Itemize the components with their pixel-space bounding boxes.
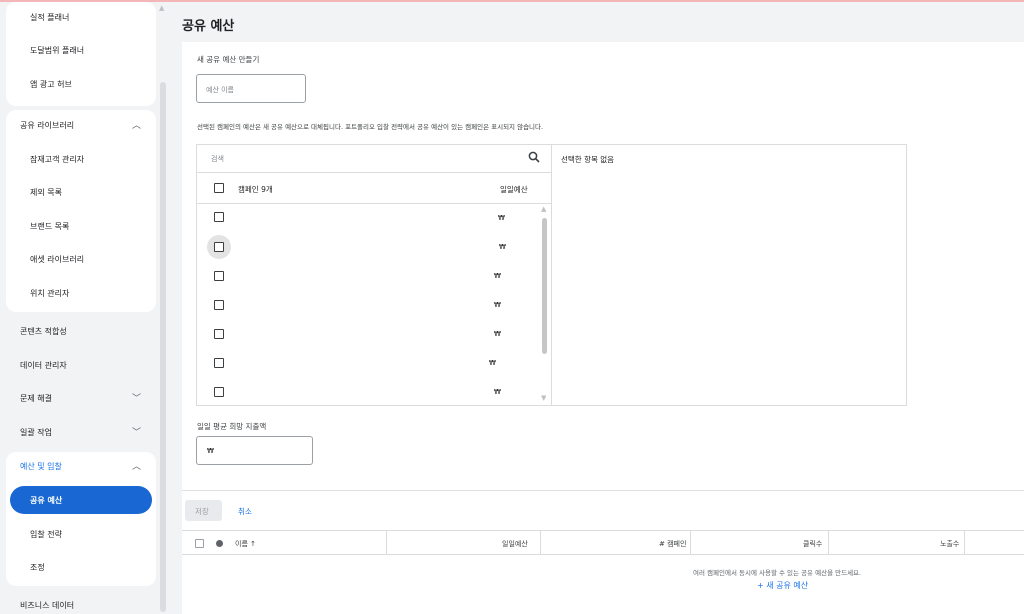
sidebar-item-exclusion-lists[interactable]: 제외 목록 [30,187,62,198]
cancel-button-label: 취소 [238,507,252,516]
campaigns-count-header: 캠페인 9개 [238,185,273,194]
budget-name-placeholder: 예산 이름 [206,86,234,94]
sidebar-item-performance-planner[interactable]: 실적 플래너 [30,12,69,23]
daily-budget-value: ₩ [489,359,496,367]
daily-budget-value: ₩ [494,301,501,309]
daily-budget-value: ₩ [499,243,506,251]
sidebar-item-label: 공유 예산 [30,496,63,505]
column-divider [690,531,691,555]
campaign-checkbox[interactable] [214,329,224,339]
sidebar-item-data-manager[interactable]: 데이터 관리자 [20,360,67,371]
list-item[interactable]: ₩ [197,233,537,262]
column-divider [964,531,965,555]
list-item[interactable]: ₩ [197,291,537,320]
column-header-name[interactable]: 이름 ↑ [235,539,256,549]
avg-daily-spend-value: ₩ [207,447,214,455]
search-icon[interactable] [528,151,540,166]
list-item[interactable]: ₩ [197,204,537,233]
sidebar-item-budgets-bidding[interactable]: 예산 및 입찰 [20,461,62,472]
sidebar-item-audience-manager[interactable]: 잠재고객 관리자 [30,154,84,165]
sidebar-tools-card: 실적 플래너 도달범위 플래너 앱 광고 허브 [6,2,156,106]
budget-replacement-note: 선택된 캠페인의 예산은 새 공유 예산으로 대체됩니다. 포트폴리오 입찰 전… [197,123,544,131]
sidebar-item-location-manager[interactable]: 위치 관리자 [30,288,69,299]
sidebar-budgets-card: 예산 및 입찰 ︿ 입찰 전략 조정 [6,452,156,586]
column-divider [828,531,829,555]
scroll-up-icon[interactable]: ▲ [159,4,164,12]
scrollbar-thumb[interactable] [160,82,166,612]
sidebar-item-business-data[interactable]: 비즈니스 데이터 [20,600,74,611]
campaign-list-header: 캠페인 9개 일일예산 [197,173,552,204]
column-header-campaigns[interactable]: # 캠페인 [659,539,686,549]
budget-name-input[interactable]: 예산 이름 [196,74,306,103]
chevron-down-icon[interactable]: ﹀ [132,425,141,438]
empty-table-message: 여러 캠페인에서 동시에 사용할 수 있는 공유 예산을 만드세요. [693,569,862,577]
status-dot-icon [216,540,223,547]
avg-daily-spend-input[interactable]: ₩ [196,436,313,465]
campaign-checkbox[interactable] [214,358,224,368]
sidebar-shared-library-card: 공유 라이브러리 ︿ 잠재고객 관리자 제외 목록 브랜드 목록 애셋 라이브러… [6,110,156,312]
campaign-list-scrollbar[interactable]: ▲ ▼ [540,205,550,405]
new-shared-budget-link[interactable]: + 새 공유 예산 [757,580,808,591]
cancel-button[interactable]: 취소 [232,500,262,521]
chevron-down-icon[interactable]: ﹀ [132,391,141,404]
scroll-down-icon[interactable]: ▼ [541,394,546,402]
select-all-checkbox[interactable] [214,183,224,193]
table-select-all-checkbox[interactable] [195,539,204,548]
sidebar-item-app-ads-hub[interactable]: 앱 광고 허브 [30,79,72,90]
sidebar-item-reach-planner[interactable]: 도달범위 플래너 [30,45,84,56]
sidebar-item-brand-lists[interactable]: 브랜드 목록 [30,221,69,232]
daily-budget-header: 일일예산 [500,185,528,194]
campaign-list-panel: 검색 캠페인 9개 일일예산 ₩ ₩ ₩ ₩ ₩ ₩ ₩ ▲ ▼ [197,145,552,405]
chevron-up-icon[interactable]: ︿ [132,459,141,472]
search-placeholder: 검색 [211,155,224,163]
sidebar-item-bulk-actions[interactable]: 일괄 작업 [20,427,52,438]
sidebar: 실적 플래너 도달범위 플래너 앱 광고 허브 공유 라이브러리 ︿ 잠재고객 … [0,2,168,614]
list-item[interactable]: ₩ [197,262,537,291]
scrollbar-thumb[interactable] [542,218,547,354]
daily-budget-value: ₩ [494,330,501,338]
campaign-checkbox[interactable] [214,271,224,281]
chevron-up-icon[interactable]: ︿ [132,118,141,131]
new-budget-label: 새 공유 예산 만들기 [197,55,260,64]
scroll-up-icon[interactable]: ▲ [541,205,546,213]
budgets-table-header: 이름 ↑ 일일예산 # 캠페인 클릭수 노출수 [182,530,1024,555]
column-header-clicks[interactable]: 클릭수 [803,539,822,549]
sidebar-item-troubleshooting[interactable]: 문제 해결 [20,393,52,404]
column-header-daily-budget[interactable]: 일일예산 [502,539,528,549]
page-title: 공유 예산 [182,19,235,34]
campaign-checkbox[interactable] [214,300,224,310]
column-divider [540,531,541,555]
save-button-label: 저장 [195,507,209,516]
sidebar-scrollbar[interactable]: ▲ [158,2,168,614]
daily-budget-value: ₩ [494,272,501,280]
list-item[interactable]: ₩ [197,349,537,378]
sidebar-item-content-suitability[interactable]: 콘텐츠 적합성 [20,326,67,337]
avg-daily-spend-label: 일일 평균 희망 지출액 [197,422,267,431]
sidebar-item-shared-budgets[interactable]: 공유 예산 [10,486,152,514]
list-item[interactable]: ₩ [197,378,537,407]
campaign-checkbox[interactable] [214,212,224,222]
campaign-checkbox[interactable] [214,242,224,252]
sidebar-item-asset-library[interactable]: 애셋 라이브러리 [30,254,84,265]
campaign-search[interactable]: 검색 [197,145,552,173]
column-header-impressions[interactable]: 노출수 [940,539,959,549]
daily-budget-value: ₩ [494,388,501,396]
column-divider [386,531,387,555]
daily-budget-value: ₩ [498,214,505,222]
campaign-checkbox[interactable] [214,387,224,397]
list-item[interactable]: ₩ [197,320,537,349]
campaign-picker: 검색 캠페인 9개 일일예산 ₩ ₩ ₩ ₩ ₩ ₩ ₩ ▲ ▼ 선택한 항목 … [196,144,907,406]
selected-items-empty: 선택한 항목 없음 [561,155,615,164]
save-button[interactable]: 저장 [185,500,222,521]
sidebar-item-shared-library[interactable]: 공유 라이브러리 [20,120,74,131]
sidebar-item-adjustments[interactable]: 조정 [30,562,45,573]
sidebar-item-bid-strategies[interactable]: 입찰 전략 [30,529,62,540]
